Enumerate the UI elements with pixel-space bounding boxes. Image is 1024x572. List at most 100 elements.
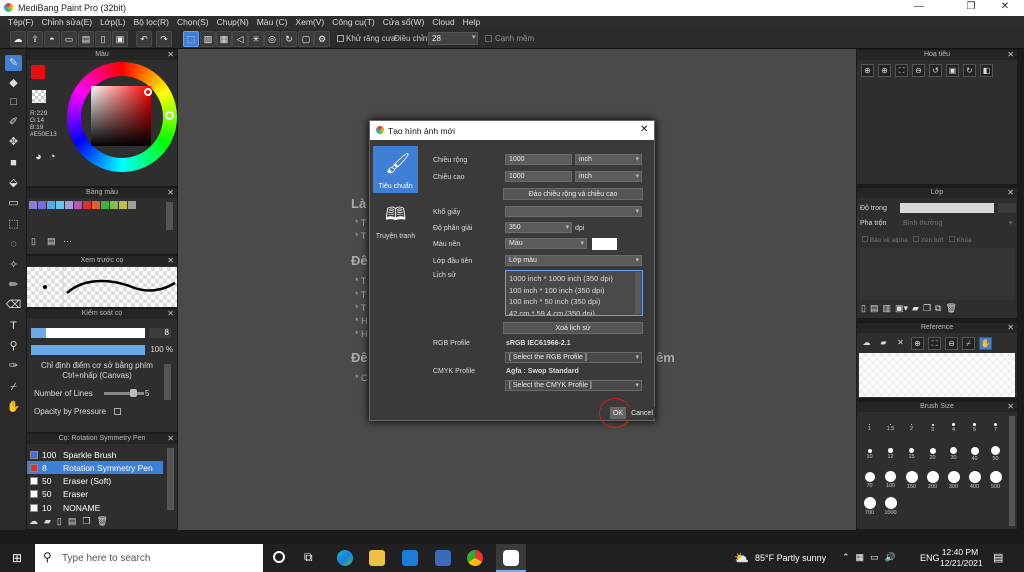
brush-size-option[interactable]: 30 bbox=[944, 444, 963, 469]
eraser-tool-icon[interactable]: ◆ bbox=[5, 75, 22, 91]
foreground-color-swatch[interactable] bbox=[31, 65, 45, 79]
brush-size-option[interactable]: 500 bbox=[986, 470, 1005, 495]
close-reference-icon[interactable]: ✕ bbox=[894, 337, 907, 350]
opacity-value[interactable]: 100 % bbox=[145, 345, 173, 354]
fit-icon[interactable]: ⛶ bbox=[928, 337, 941, 350]
brush-list-item[interactable]: 8 Rotation Symmetry Pen bbox=[27, 461, 163, 475]
move-tool-icon[interactable]: ✥ bbox=[5, 134, 22, 150]
opacity-pressure-checkbox[interactable] bbox=[114, 408, 121, 415]
maximize-icon[interactable]: ❐ bbox=[956, 1, 986, 15]
chevron-down-icon[interactable]: ▾ bbox=[472, 33, 476, 41]
color-swatch[interactable] bbox=[38, 201, 46, 209]
brush-size-option[interactable]: 200 bbox=[923, 470, 942, 495]
bucket-tool-icon[interactable]: ⬙ bbox=[5, 175, 22, 191]
first-layer-select[interactable]: Lớp màu bbox=[505, 255, 642, 266]
edge-checkbox[interactable] bbox=[485, 35, 492, 42]
menu-view[interactable]: Xem(V) bbox=[291, 16, 328, 29]
height-input[interactable]: 1000 bbox=[505, 171, 572, 182]
zoom-in-icon[interactable]: ⊕ bbox=[861, 64, 874, 77]
brush-size-option[interactable]: 15 bbox=[902, 444, 921, 469]
brush-size-option[interactable]: 4 bbox=[944, 418, 963, 443]
edge-icon[interactable] bbox=[337, 550, 353, 566]
dot-tool-icon[interactable]: □ bbox=[5, 94, 22, 110]
history-item[interactable]: 100 inch * 50 inch (350 dpi) bbox=[509, 296, 639, 308]
panel-close-icon[interactable]: ✕ bbox=[167, 309, 174, 319]
upload-icon[interactable]: ⇪ bbox=[27, 31, 43, 47]
brush-size-option[interactable]: 2 bbox=[902, 418, 921, 443]
brush-size-option[interactable]: 10 bbox=[860, 444, 879, 469]
settings-icon[interactable]: ⚙ bbox=[314, 31, 330, 47]
hue-picker-handle[interactable] bbox=[165, 111, 174, 120]
delete-brush-icon[interactable]: 🗑 bbox=[96, 516, 107, 527]
width-input[interactable]: 1000 bbox=[505, 154, 572, 165]
file-explorer-icon[interactable] bbox=[369, 550, 385, 566]
new-layer-icon[interactable]: ▯ bbox=[861, 303, 866, 314]
new-layer-alt-icon[interactable]: ▤ bbox=[870, 303, 879, 314]
color-swatch[interactable] bbox=[119, 201, 127, 209]
perspective-icon[interactable]: ◁ bbox=[232, 31, 248, 47]
brush-size-option[interactable]: 300 bbox=[944, 470, 963, 495]
cortana-icon[interactable] bbox=[273, 551, 285, 563]
minimize-icon[interactable]: — bbox=[904, 1, 934, 15]
layer-opacity-value[interactable] bbox=[998, 203, 1016, 213]
add-layer-menu-icon[interactable]: ▣▾ bbox=[895, 303, 908, 314]
brush-size-option[interactable]: 1000 bbox=[881, 496, 900, 521]
history-scrollbar[interactable] bbox=[635, 272, 641, 314]
paper-size-select[interactable] bbox=[505, 206, 642, 217]
height-unit-select[interactable]: inch bbox=[575, 171, 642, 182]
copy-brush-icon[interactable]: ❐ bbox=[82, 516, 90, 527]
chevron-up-icon[interactable]: ⌃ bbox=[842, 552, 850, 563]
menu-edit[interactable]: Chỉnh sửa(E) bbox=[38, 16, 97, 29]
brush-size-option[interactable]: 50 bbox=[986, 444, 1005, 469]
copy-layer-icon[interactable]: ❐ bbox=[923, 303, 931, 314]
size-slider[interactable] bbox=[31, 328, 145, 338]
menu-tools[interactable]: Công cụ(T) bbox=[328, 16, 379, 29]
duplicate-layer-icon[interactable]: ▥ bbox=[882, 303, 891, 314]
rgb-profile-select[interactable]: [ Select the RGB Profile ] bbox=[505, 352, 642, 363]
taskbar-search-box[interactable]: ⚲ Type here to search bbox=[35, 544, 263, 572]
network-icon[interactable]: ▦ bbox=[856, 552, 865, 563]
layer-opacity-slider[interactable] bbox=[900, 203, 994, 213]
saturation-square[interactable] bbox=[91, 86, 151, 146]
hatch-icon[interactable]: ▨ bbox=[200, 31, 216, 47]
reset-icon[interactable]: ▣ bbox=[946, 64, 959, 77]
cloud-icon[interactable]: ☁ bbox=[10, 31, 26, 47]
page-icon[interactable]: ▤ bbox=[78, 31, 94, 47]
width-unit-select[interactable]: inch bbox=[575, 154, 642, 165]
radial-icon[interactable]: ✳ bbox=[248, 31, 264, 47]
history-item[interactable]: 42 cm * 59.4 cm (350 dpi) bbox=[509, 308, 639, 316]
color-swatch[interactable] bbox=[110, 201, 118, 209]
menu-snap[interactable]: Chụp(N) bbox=[213, 16, 253, 29]
fill-tool-icon[interactable]: ■ bbox=[5, 155, 22, 171]
brush-size-option[interactable]: 150 bbox=[902, 470, 921, 495]
save-icon[interactable]: ▣ bbox=[112, 31, 128, 47]
zoom-out-icon[interactable]: ⊖ bbox=[945, 337, 958, 350]
chevron-down-icon[interactable]: ▾ bbox=[1009, 219, 1013, 227]
opacity-slider[interactable] bbox=[31, 345, 145, 355]
history-item[interactable]: 100 inch * 100 inch (350 dpi) bbox=[509, 285, 639, 297]
select-all-icon[interactable]: ⬚ bbox=[183, 31, 199, 47]
adjust-input[interactable]: 28 bbox=[428, 32, 478, 45]
protect-alpha-checkbox[interactable] bbox=[862, 236, 868, 242]
color-swatch[interactable] bbox=[74, 201, 82, 209]
add-brush-icon[interactable]: ▯ bbox=[57, 516, 62, 527]
swatch-more-icon[interactable]: ⋯ bbox=[63, 236, 72, 247]
divide-tool-icon[interactable]: ⚲ bbox=[5, 338, 22, 354]
panel-close-icon[interactable]: ✕ bbox=[1007, 402, 1014, 412]
zoom-in-alt-icon[interactable]: ⊕ bbox=[878, 64, 891, 77]
mail-icon[interactable] bbox=[402, 550, 418, 566]
clock[interactable]: 12:40 PM 12/21/2021 bbox=[940, 547, 983, 569]
color-swatch[interactable] bbox=[128, 201, 136, 209]
brush-size-option[interactable]: 1 bbox=[860, 418, 879, 443]
brush-list-item[interactable]: 100 Sparkle Brush bbox=[27, 448, 163, 461]
lines-slider-handle[interactable] bbox=[130, 389, 137, 397]
brush-size-option[interactable]: 70 bbox=[860, 470, 879, 495]
brush-size-option[interactable]: 400 bbox=[965, 470, 984, 495]
tab-standard[interactable]: 🖌 Tiêu chuẩn bbox=[373, 146, 418, 193]
concentric-icon[interactable]: ◎ bbox=[264, 31, 280, 47]
menu-window[interactable]: Cửa sổ(W) bbox=[379, 16, 429, 29]
brush-size-option[interactable]: 7 bbox=[986, 418, 1005, 443]
clear-history-button[interactable]: Xoá lịch sử bbox=[503, 322, 643, 334]
color-swatch[interactable] bbox=[92, 201, 100, 209]
sv-picker-handle[interactable] bbox=[144, 88, 152, 96]
